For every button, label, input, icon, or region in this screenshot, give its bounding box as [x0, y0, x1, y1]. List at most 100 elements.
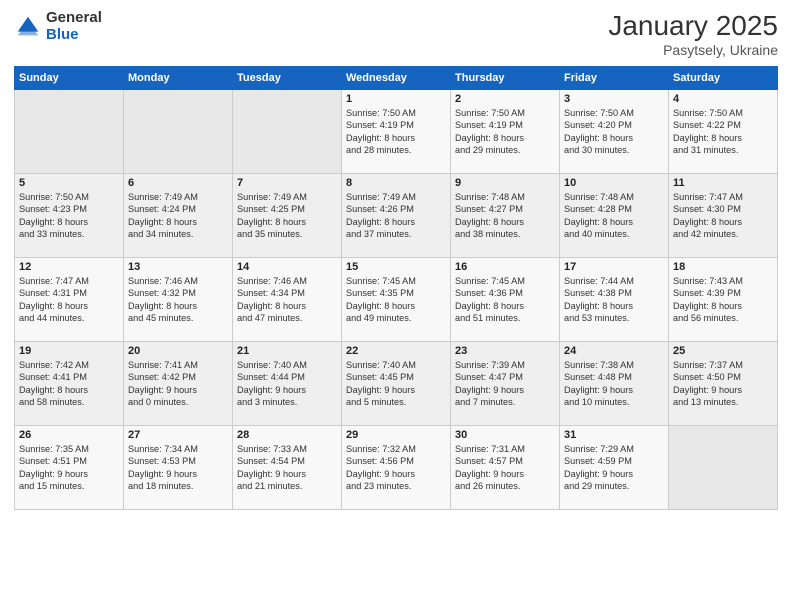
day-number: 20 [128, 345, 228, 357]
day-cell: 13 Sunrise: 7:46 AM Sunset: 4:32 PM Dayli… [124, 258, 233, 342]
calendar-header: SundayMondayTuesdayWednesdayThursdayFrid… [15, 67, 778, 90]
day-info: Sunrise: 7:37 AM Sunset: 4:50 PM Dayligh… [673, 359, 773, 409]
day-cell: 11 Sunrise: 7:47 AM Sunset: 4:30 PM Dayli… [669, 174, 778, 258]
week-row-4: 19 Sunrise: 7:42 AM Sunset: 4:41 PM Dayli… [15, 342, 778, 426]
header: General Blue January 2025 Pasytsely, Ukr… [14, 10, 778, 58]
day-cell: 15Sunrise: 7:45 AM Sunset: 4:35 PM Dayli… [342, 258, 451, 342]
title-block: January 2025 Pasytsely, Ukraine [608, 10, 778, 58]
day-cell: 30 Sunrise: 7:31 AM Sunset: 4:57 PM Dayli… [451, 426, 560, 510]
day-cell: 20Sunrise: 7:41 AM Sunset: 4:42 PM Dayli… [124, 342, 233, 426]
day-cell: 4 Sunrise: 7:50 AM Sunset: 4:22 PM Daylig… [669, 90, 778, 174]
day-number: 3 [564, 93, 664, 105]
day-number: 6 [128, 177, 228, 189]
weekday-header-friday: Friday [560, 67, 669, 90]
day-cell: 16 Sunrise: 7:45 AM Sunset: 4:36 PM Dayli… [451, 258, 560, 342]
day-number: 7 [237, 177, 337, 189]
day-number: 9 [455, 177, 555, 189]
day-cell: 5Sunrise: 7:50 AM Sunset: 4:23 PM Daylig… [15, 174, 124, 258]
weekday-header-monday: Monday [124, 67, 233, 90]
day-info: Sunrise: 7:40 AM Sunset: 4:44 PM Dayligh… [237, 359, 337, 409]
day-number: 12 [19, 261, 119, 273]
day-cell: 18 Sunrise: 7:43 AM Sunset: 4:39 PM Dayli… [669, 258, 778, 342]
day-cell: 29Sunrise: 7:32 AM Sunset: 4:56 PM Dayli… [342, 426, 451, 510]
day-number: 27 [128, 429, 228, 441]
day-number: 10 [564, 177, 664, 189]
day-info: Sunrise: 7:31 AM Sunset: 4:57 PM Dayligh… [455, 443, 555, 493]
day-cell: 2 Sunrise: 7:50 AM Sunset: 4:19 PM Daylig… [451, 90, 560, 174]
day-number: 28 [237, 429, 337, 441]
weekday-header-wednesday: Wednesday [342, 67, 451, 90]
day-info: Sunrise: 7:48 AM Sunset: 4:27 PM Dayligh… [455, 191, 555, 241]
logo-icon [14, 13, 42, 41]
day-number: 4 [673, 93, 773, 105]
day-number: 1 [346, 93, 446, 105]
day-number: 11 [673, 177, 773, 189]
day-info: Sunrise: 7:46 AM Sunset: 4:34 PM Dayligh… [237, 275, 337, 325]
week-row-1: 1 Sunrise: 7:50 AM Sunset: 4:19 PM Daylig… [15, 90, 778, 174]
day-cell: 1 Sunrise: 7:50 AM Sunset: 4:19 PM Daylig… [342, 90, 451, 174]
day-info: Sunrise: 7:50 AM Sunset: 4:22 PM Dayligh… [673, 107, 773, 157]
day-number: 13 [128, 261, 228, 273]
day-cell: 3 Sunrise: 7:50 AM Sunset: 4:20 PM Daylig… [560, 90, 669, 174]
day-info: Sunrise: 7:45 AM Sunset: 4:36 PM Dayligh… [455, 275, 555, 325]
day-info: Sunrise: 7:38 AM Sunset: 4:48 PM Dayligh… [564, 359, 664, 409]
day-info: Sunrise: 7:43 AM Sunset: 4:39 PM Dayligh… [673, 275, 773, 325]
day-number: 5 [19, 177, 119, 189]
day-cell: 26 Sunrise: 7:35 AM Sunset: 4:51 PM Dayli… [15, 426, 124, 510]
day-cell: 28 Sunrise: 7:33 AM Sunset: 4:54 PM Dayli… [233, 426, 342, 510]
day-info: Sunrise: 7:47 AM Sunset: 4:31 PM Dayligh… [19, 275, 119, 325]
day-cell: 25Sunrise: 7:37 AM Sunset: 4:50 PM Dayli… [669, 342, 778, 426]
day-cell: 31Sunrise: 7:29 AM Sunset: 4:59 PM Dayli… [560, 426, 669, 510]
day-info: Sunrise: 7:50 AM Sunset: 4:20 PM Dayligh… [564, 107, 664, 157]
day-info: Sunrise: 7:50 AM Sunset: 4:19 PM Dayligh… [346, 107, 446, 157]
day-info: Sunrise: 7:33 AM Sunset: 4:54 PM Dayligh… [237, 443, 337, 493]
day-cell: 23Sunrise: 7:39 AM Sunset: 4:47 PM Dayli… [451, 342, 560, 426]
day-info: Sunrise: 7:42 AM Sunset: 4:41 PM Dayligh… [19, 359, 119, 409]
day-cell: 24 Sunrise: 7:38 AM Sunset: 4:48 PM Dayli… [560, 342, 669, 426]
day-info: Sunrise: 7:46 AM Sunset: 4:32 PM Dayligh… [128, 275, 228, 325]
day-number: 14 [237, 261, 337, 273]
day-number: 19 [19, 345, 119, 357]
day-cell: 21 Sunrise: 7:40 AM Sunset: 4:44 PM Dayli… [233, 342, 342, 426]
day-cell: 10 Sunrise: 7:48 AM Sunset: 4:28 PM Dayli… [560, 174, 669, 258]
day-info: Sunrise: 7:48 AM Sunset: 4:28 PM Dayligh… [564, 191, 664, 241]
day-info: Sunrise: 7:29 AM Sunset: 4:59 PM Dayligh… [564, 443, 664, 493]
week-row-5: 26 Sunrise: 7:35 AM Sunset: 4:51 PM Dayli… [15, 426, 778, 510]
page: General Blue January 2025 Pasytsely, Ukr… [0, 0, 792, 612]
day-cell: 6Sunrise: 7:49 AM Sunset: 4:24 PM Daylig… [124, 174, 233, 258]
day-cell [124, 90, 233, 174]
day-cell [233, 90, 342, 174]
logo-text: General Blue [46, 10, 102, 43]
week-row-3: 12 Sunrise: 7:47 AM Sunset: 4:31 PM Dayli… [15, 258, 778, 342]
day-number: 17 [564, 261, 664, 273]
day-number: 30 [455, 429, 555, 441]
week-row-2: 5Sunrise: 7:50 AM Sunset: 4:23 PM Daylig… [15, 174, 778, 258]
day-number: 16 [455, 261, 555, 273]
day-cell: 9 Sunrise: 7:48 AM Sunset: 4:27 PM Daylig… [451, 174, 560, 258]
day-cell: 7Sunrise: 7:49 AM Sunset: 4:25 PM Daylig… [233, 174, 342, 258]
day-number: 22 [346, 345, 446, 357]
day-info: Sunrise: 7:45 AM Sunset: 4:35 PM Dayligh… [346, 275, 446, 325]
logo: General Blue [14, 10, 102, 43]
day-info: Sunrise: 7:35 AM Sunset: 4:51 PM Dayligh… [19, 443, 119, 493]
day-info: Sunrise: 7:50 AM Sunset: 4:19 PM Dayligh… [455, 107, 555, 157]
day-cell [669, 426, 778, 510]
day-cell: 8Sunrise: 7:49 AM Sunset: 4:26 PM Daylig… [342, 174, 451, 258]
day-info: Sunrise: 7:39 AM Sunset: 4:47 PM Dayligh… [455, 359, 555, 409]
day-number: 24 [564, 345, 664, 357]
month-title: January 2025 [608, 10, 778, 42]
calendar-body: 1 Sunrise: 7:50 AM Sunset: 4:19 PM Daylig… [15, 90, 778, 510]
day-number: 21 [237, 345, 337, 357]
day-number: 18 [673, 261, 773, 273]
day-number: 26 [19, 429, 119, 441]
day-info: Sunrise: 7:40 AM Sunset: 4:45 PM Dayligh… [346, 359, 446, 409]
weekday-header-thursday: Thursday [451, 67, 560, 90]
day-cell [15, 90, 124, 174]
day-number: 2 [455, 93, 555, 105]
day-info: Sunrise: 7:47 AM Sunset: 4:30 PM Dayligh… [673, 191, 773, 241]
logo-general: General [46, 10, 102, 27]
day-number: 8 [346, 177, 446, 189]
day-cell: 14 Sunrise: 7:46 AM Sunset: 4:34 PM Dayli… [233, 258, 342, 342]
day-cell: 22 Sunrise: 7:40 AM Sunset: 4:45 PM Dayli… [342, 342, 451, 426]
day-number: 29 [346, 429, 446, 441]
